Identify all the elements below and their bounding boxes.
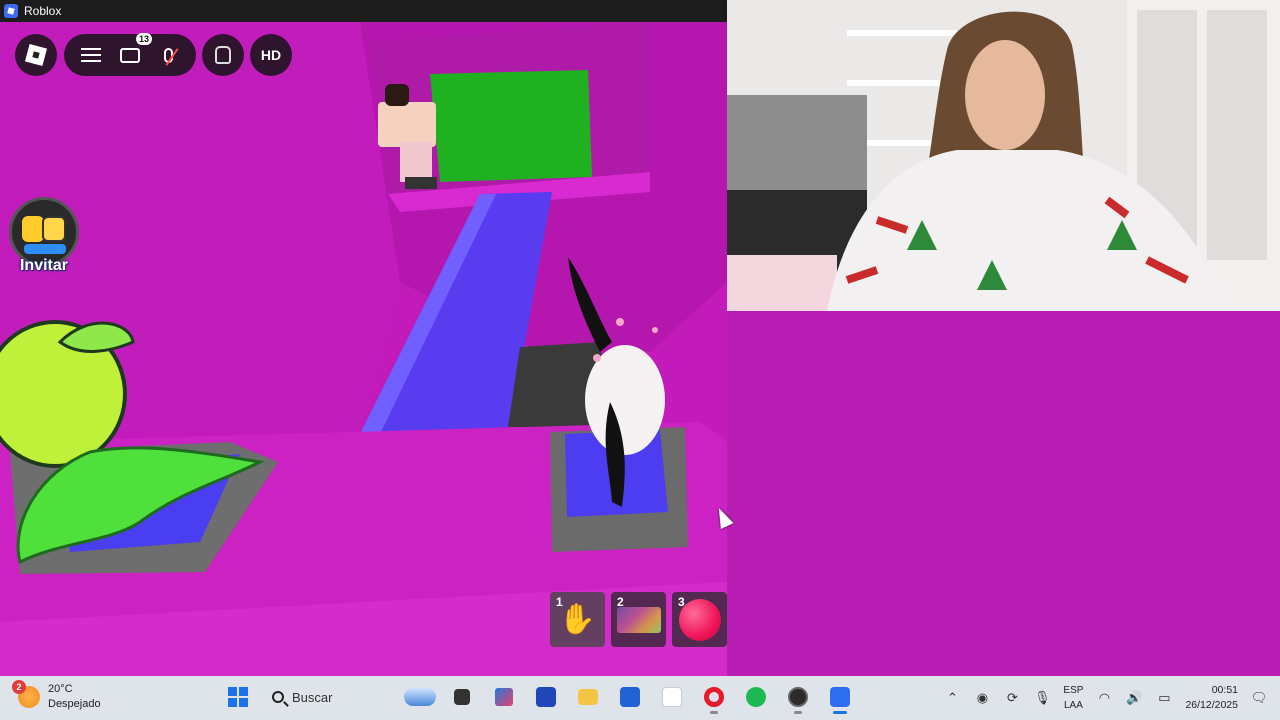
search-icon <box>272 691 284 703</box>
window-title: Roblox <box>24 4 62 18</box>
menu-button[interactable] <box>77 41 105 69</box>
bat-mat-icon <box>616 606 661 633</box>
slot-number: 1 <box>556 595 563 609</box>
clock-time: 00:51 <box>1211 684 1238 696</box>
chevron-up-icon[interactable]: ⌃ <box>943 689 961 707</box>
store-button[interactable] <box>614 680 646 714</box>
chat-button[interactable]: 13 <box>116 33 152 69</box>
microphone-icon[interactable]: 🎙 <box>1033 689 1051 707</box>
webcam-image <box>727 0 1280 311</box>
chat-unread-badge: 13 <box>135 33 152 45</box>
volume-icon[interactable]: 🔊 <box>1125 689 1143 707</box>
webcam-overlay <box>727 0 1280 311</box>
hd-label: HD <box>260 47 282 63</box>
green-block <box>430 70 592 182</box>
store-icon <box>620 687 640 707</box>
hand-icon: ✋ <box>558 603 597 636</box>
obs-button[interactable] <box>782 680 814 714</box>
mic-muted-icon <box>164 47 179 66</box>
task-view-button[interactable] <box>446 680 478 714</box>
keyboard-layout: LAA <box>1063 700 1083 711</box>
hotbar: 1 ✋ 2 3 <box>550 592 727 647</box>
notification-icon[interactable]: 🗨 <box>1250 689 1268 707</box>
invite-friends-button[interactable]: Invitar <box>8 197 80 275</box>
chat-icon <box>119 47 140 63</box>
weather-widget[interactable]: 2 20°C Despejado <box>12 680 101 712</box>
windows-logo-icon <box>228 687 248 707</box>
roblox-app-taskbar-icon <box>830 687 850 707</box>
start-button[interactable] <box>222 680 254 714</box>
invite-label: Invitar <box>19 257 68 274</box>
slot-number: 3 <box>678 595 685 609</box>
wifi-icon[interactable]: ◠ <box>1095 689 1113 707</box>
amazon-icon <box>662 687 682 707</box>
system-tray: ⌃ ◉ ⟳ 🎙 ESP LAA ◠ 🔊 ▭ 00:51 26/12/2025 🗨 <box>943 680 1268 716</box>
landscape-icon <box>404 688 436 706</box>
lang-code: ESP <box>1063 685 1084 696</box>
battery-icon[interactable]: ▭ <box>1155 689 1173 707</box>
tray-app-icon[interactable]: ◉ <box>973 689 991 707</box>
taskbar-apps: Buscar <box>222 680 856 714</box>
opera-icon <box>704 687 724 707</box>
hd-button[interactable]: HD <box>250 34 292 76</box>
hotbar-slot-1[interactable]: 1 ✋ <box>550 592 605 647</box>
task-view-icon <box>454 689 470 705</box>
app-button-a[interactable] <box>530 680 562 714</box>
input-language[interactable]: ESP LAA <box>1063 683 1083 713</box>
weather-condition: Despejado <box>48 698 101 710</box>
hotbar-slot-3[interactable]: 3 <box>672 592 727 647</box>
screen: Roblox 13 HD Invitar 1 ✋ 2 3 2 20°C Desp… <box>0 0 1280 720</box>
weather-alert-badge: 2 <box>12 680 26 694</box>
roblox-menu-button[interactable] <box>15 34 57 76</box>
spotify-icon <box>746 687 766 707</box>
folder-icon <box>578 689 598 705</box>
clock[interactable]: 00:51 26/12/2025 <box>1185 683 1238 713</box>
weather-sun-icon: 2 <box>12 680 40 708</box>
snipping-tool-button[interactable] <box>488 680 520 714</box>
opera-button[interactable] <box>698 680 730 714</box>
scissors-icon <box>495 688 513 706</box>
roblox-taskbar-button[interactable] <box>824 680 856 714</box>
taskbar: 2 20°C Despejado Buscar ⌃ ◉ ⟳ 🎙 ESP LAA … <box>0 676 1280 720</box>
clock-date: 26/12/2025 <box>1185 699 1238 711</box>
voice-mute-button[interactable] <box>155 41 183 69</box>
hamburger-icon <box>81 48 102 62</box>
search-placeholder: Buscar <box>292 689 333 705</box>
game-viewport[interactable]: 13 HD Invitar <box>0 22 727 676</box>
game-scene <box>0 22 727 676</box>
hotbar-slot-2[interactable]: 2 <box>611 592 666 647</box>
taskbar-search[interactable]: Buscar <box>264 680 394 714</box>
roblox-titlebar[interactable]: Roblox <box>0 0 727 22</box>
weather-temp: 20°C <box>48 683 73 695</box>
widgets-button[interactable] <box>404 680 436 714</box>
roblox-app-icon <box>4 4 18 18</box>
backpack-button[interactable] <box>202 34 244 76</box>
app-a-icon <box>536 687 556 707</box>
roblox-logo-icon <box>24 43 48 67</box>
sync-icon[interactable]: ⟳ <box>1003 689 1021 707</box>
amazon-button[interactable] <box>656 680 688 714</box>
backpack-icon <box>215 46 231 64</box>
file-explorer-button[interactable] <box>572 680 604 714</box>
hud-pill: 13 <box>64 33 196 76</box>
obs-icon <box>788 687 808 707</box>
spotify-button[interactable] <box>740 680 772 714</box>
